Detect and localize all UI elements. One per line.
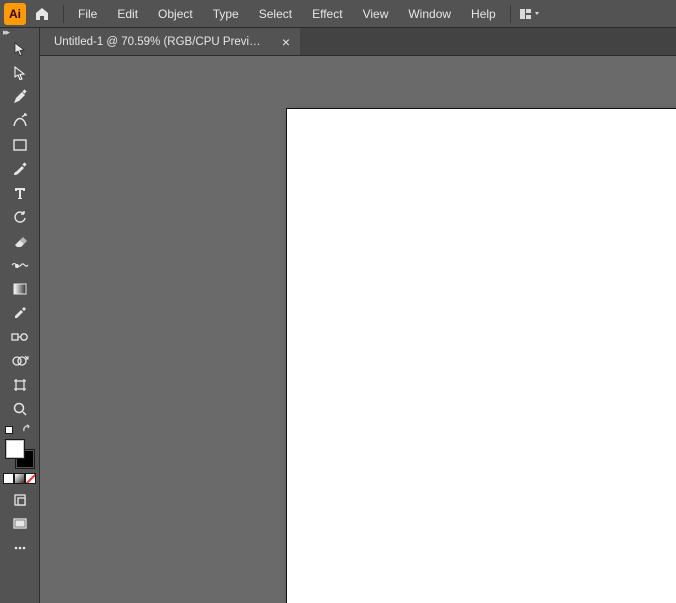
default-colors-icon[interactable] xyxy=(5,426,13,434)
document-area: Untitled-1 @ 70.59% (RGB/CPU Preview) × xyxy=(40,28,676,603)
menu-bar: Ai FileEditObjectTypeSelectEffectViewWin… xyxy=(0,0,676,28)
paintbrush-tool[interactable] xyxy=(3,157,37,181)
menu-effect[interactable]: Effect xyxy=(302,0,352,28)
separator xyxy=(63,5,64,23)
swap-colors-icon[interactable] xyxy=(21,423,35,437)
eyedropper-tool[interactable] xyxy=(3,301,37,325)
width-tool[interactable] xyxy=(3,253,37,277)
menu-type[interactable]: Type xyxy=(203,0,249,28)
workspace-switcher-icon[interactable] xyxy=(519,5,543,23)
menu-edit[interactable]: Edit xyxy=(107,0,148,28)
artboard[interactable] xyxy=(287,109,676,603)
menu-file[interactable]: File xyxy=(68,0,107,28)
edit-toolbar[interactable] xyxy=(3,536,37,560)
menu-select[interactable]: Select xyxy=(249,0,302,28)
document-tab[interactable]: Untitled-1 @ 70.59% (RGB/CPU Preview) × xyxy=(40,28,300,55)
blend-tool[interactable] xyxy=(3,325,37,349)
tools-panel: ▸▸ xyxy=(0,28,40,603)
eraser-tool[interactable] xyxy=(3,229,37,253)
none-fill-icon[interactable] xyxy=(25,473,36,484)
app-logo-icon: Ai xyxy=(4,3,26,25)
pen-tool[interactable] xyxy=(3,85,37,109)
direct-selection-tool[interactable] xyxy=(3,61,37,85)
content-area: ▸▸ Untitled-1 @ 70.59% (RGB/CPU Preview)… xyxy=(0,28,676,603)
type-tool[interactable] xyxy=(3,181,37,205)
selection-tool[interactable] xyxy=(3,37,37,61)
document-tab-label: Untitled-1 @ 70.59% (RGB/CPU Preview) xyxy=(54,36,266,48)
draw-mode-toggle[interactable] xyxy=(3,488,37,512)
fill-stroke-swatches[interactable] xyxy=(5,439,35,469)
rotate-tool[interactable] xyxy=(3,205,37,229)
menu-window[interactable]: Window xyxy=(398,0,461,28)
color-fill-icon[interactable] xyxy=(3,473,14,484)
curvature-tool[interactable] xyxy=(3,109,37,133)
home-icon[interactable] xyxy=(31,3,53,25)
zoom-tool[interactable] xyxy=(3,397,37,421)
expand-panel-icon[interactable]: ▸▸ xyxy=(0,28,39,37)
menu-object[interactable]: Object xyxy=(148,0,203,28)
screen-mode-toggle[interactable] xyxy=(3,512,37,536)
canvas-viewport[interactable] xyxy=(40,56,676,603)
fill-mode-indicators[interactable] xyxy=(3,473,37,484)
rectangle-tool[interactable] xyxy=(3,133,37,157)
separator xyxy=(510,5,511,23)
gradient-tool[interactable] xyxy=(3,277,37,301)
menu-view[interactable]: View xyxy=(353,0,399,28)
fill-swatch[interactable] xyxy=(5,439,25,459)
document-tab-bar: Untitled-1 @ 70.59% (RGB/CPU Preview) × xyxy=(40,28,676,56)
gradient-fill-icon[interactable] xyxy=(14,473,25,484)
menu-items: FileEditObjectTypeSelectEffectViewWindow… xyxy=(68,0,506,28)
shape-builder-tool[interactable] xyxy=(3,349,37,373)
menu-help[interactable]: Help xyxy=(461,0,506,28)
artboard-tool[interactable] xyxy=(3,373,37,397)
close-tab-icon[interactable]: × xyxy=(282,35,290,49)
